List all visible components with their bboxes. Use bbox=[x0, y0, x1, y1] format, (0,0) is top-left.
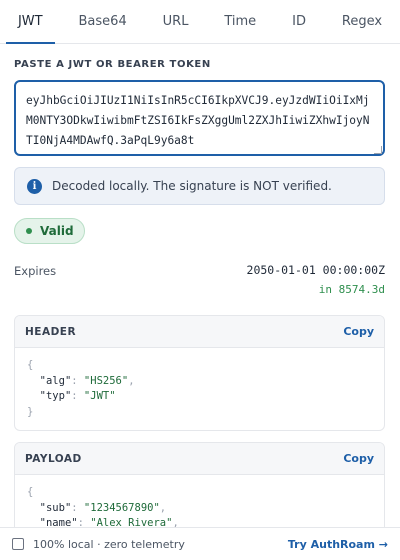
json-comma: , bbox=[159, 501, 167, 514]
header-card-head: HEADER Copy bbox=[15, 316, 384, 348]
info-icon: i bbox=[27, 178, 42, 194]
expires-label: Expires bbox=[14, 264, 57, 278]
status-dot-icon bbox=[26, 228, 32, 234]
token-input-label: PASTE A JWT OR BEARER TOKEN bbox=[14, 59, 211, 70]
payload-card-head: PAYLOAD Copy bbox=[15, 443, 384, 475]
tab-base64[interactable]: Base64 bbox=[61, 0, 145, 43]
json-value: "1234567890" bbox=[83, 501, 160, 514]
tab-url[interactable]: URL bbox=[145, 0, 207, 43]
notice-text: Decoded locally. The signature is NOT ve… bbox=[52, 179, 332, 193]
json-brace: { bbox=[27, 359, 34, 371]
json-key: "sub" bbox=[39, 501, 72, 514]
tab-id[interactable]: ID bbox=[274, 0, 324, 43]
copy-payload-button[interactable]: Copy bbox=[343, 452, 374, 465]
expires-relative: in 8574.3d bbox=[318, 283, 385, 296]
json-brace: } bbox=[27, 405, 34, 418]
header-card: HEADER Copy { "alg": "HS256", "typ": "JW… bbox=[14, 315, 385, 431]
header-json: { "alg": "HS256", "typ": "JWT" } bbox=[27, 359, 135, 418]
header-card-title: HEADER bbox=[25, 325, 77, 338]
token-input[interactable]: eyJhbGciOiJIUzI1NiIsInR5cCI6IkpXVCJ9.eyJ… bbox=[14, 80, 385, 156]
json-value: "HS256" bbox=[83, 374, 129, 387]
footer-bar: 100% local · zero telemetry Try AuthRoam… bbox=[0, 527, 400, 560]
expires-value: 2050-01-01 00:00:00Z bbox=[246, 263, 385, 277]
payload-card-title: PAYLOAD bbox=[25, 452, 82, 465]
try-authroam-link[interactable]: Try AuthRoam → bbox=[288, 538, 388, 551]
tool-tabs: JWT Base64 URL Time ID Regex bbox=[0, 0, 400, 44]
json-brace: { bbox=[27, 486, 34, 498]
tab-time[interactable]: Time bbox=[206, 0, 274, 43]
resize-handle-icon[interactable] bbox=[374, 146, 382, 154]
json-key: "alg" bbox=[39, 374, 72, 387]
status-text: Valid bbox=[40, 224, 74, 238]
status-badge: Valid bbox=[14, 218, 85, 244]
json-key: "typ" bbox=[39, 390, 72, 402]
tab-jwt[interactable]: JWT bbox=[0, 0, 61, 44]
verification-notice: i Decoded locally. The signature is NOT … bbox=[14, 167, 385, 205]
telemetry-checkbox[interactable] bbox=[12, 538, 24, 550]
telemetry-label: 100% local · zero telemetry bbox=[33, 537, 185, 551]
tab-regex[interactable]: Regex bbox=[324, 0, 400, 43]
json-comma: , bbox=[128, 374, 135, 387]
copy-header-button[interactable]: Copy bbox=[343, 325, 374, 338]
json-value: "JWT" bbox=[83, 390, 116, 402]
